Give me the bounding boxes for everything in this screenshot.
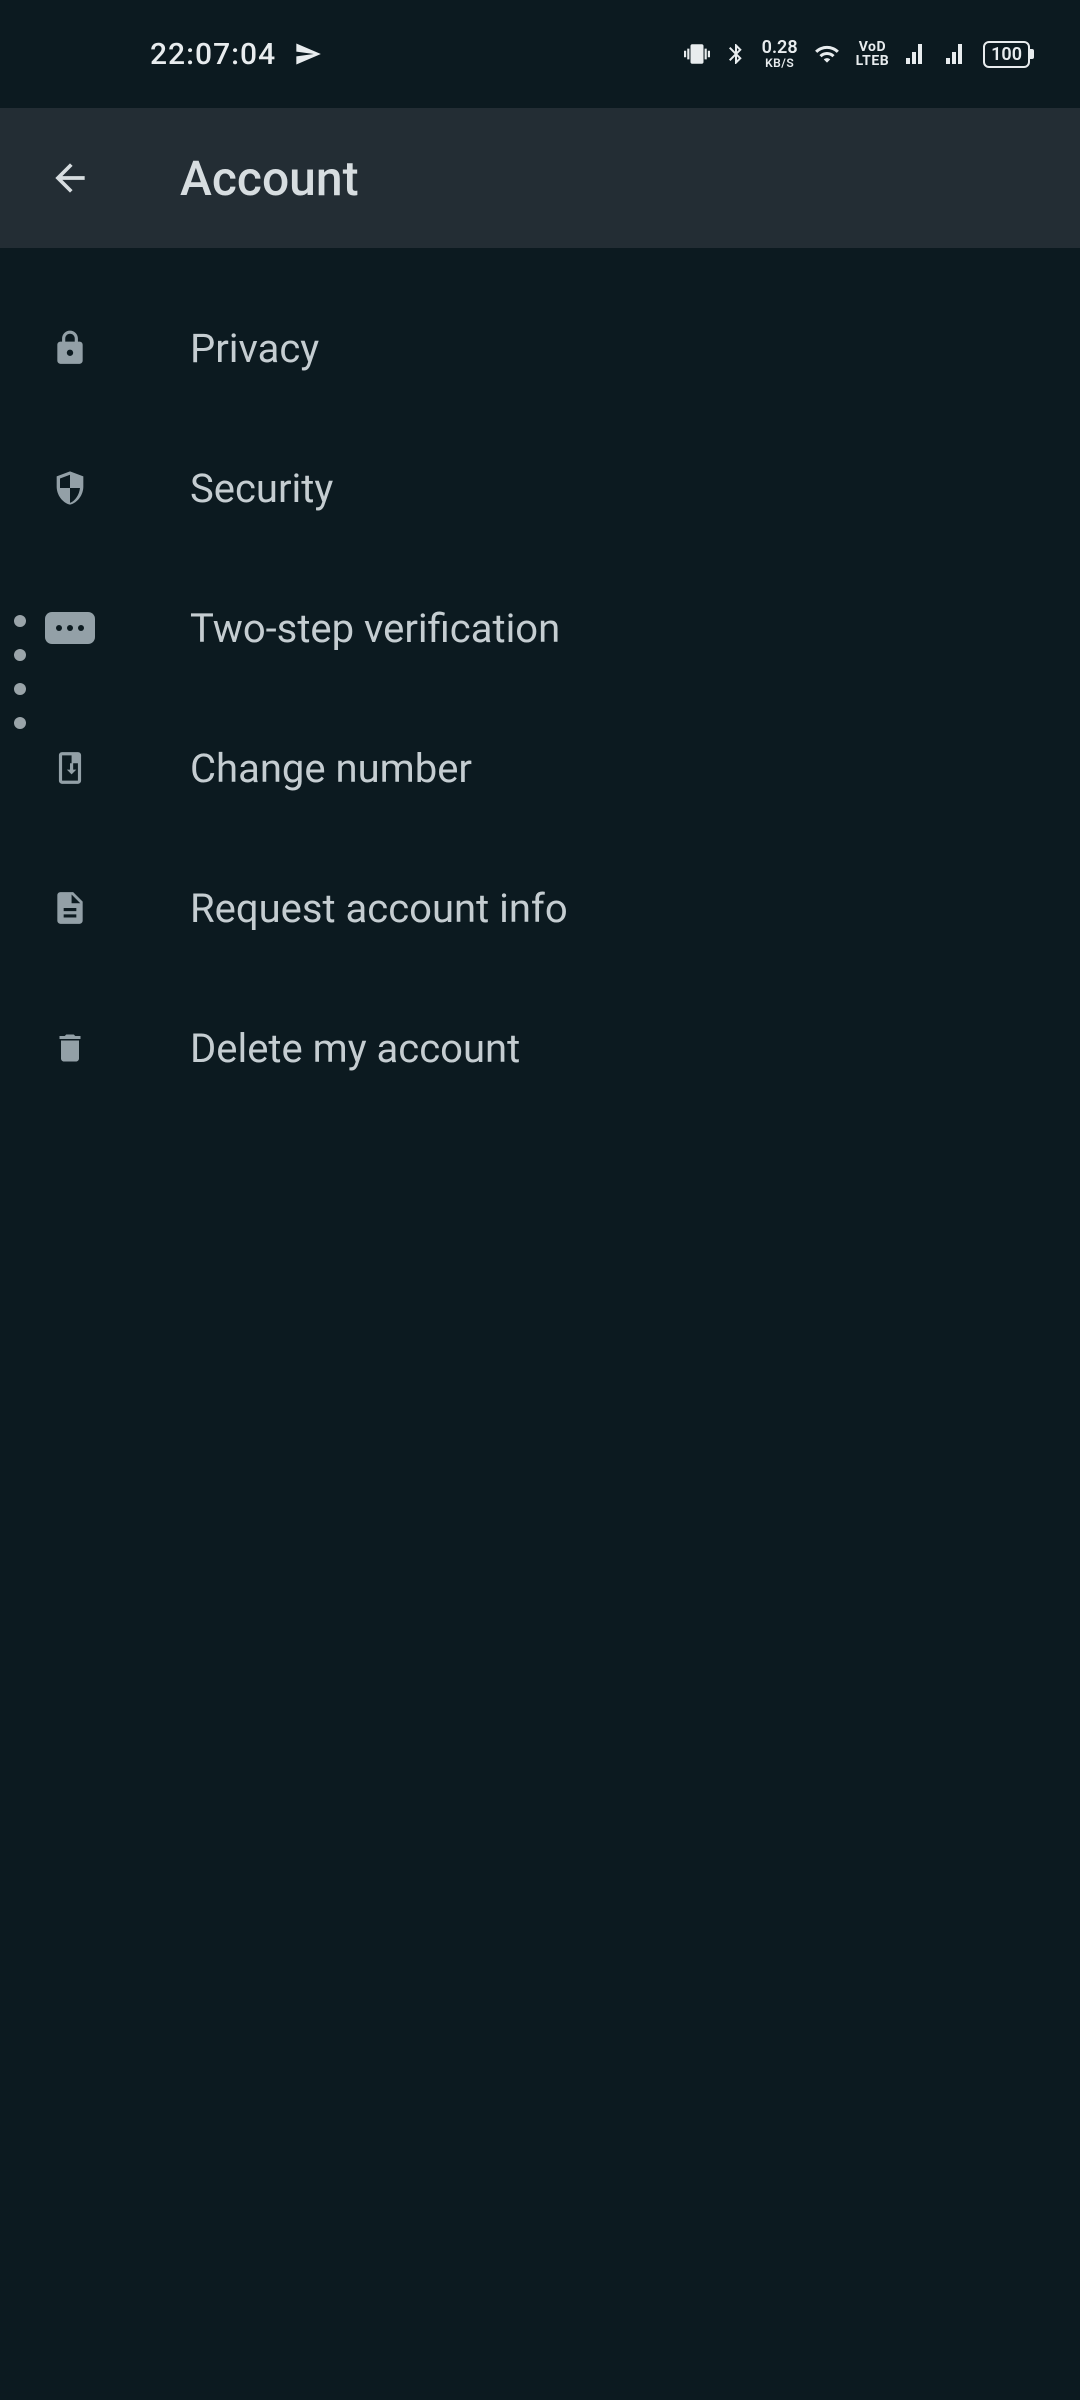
list-item-request-account-info[interactable]: Request account info [0, 838, 1080, 978]
list-item-label: Delete my account [190, 1025, 520, 1072]
sim-swap-icon [40, 738, 100, 798]
bluetooth-icon [724, 41, 748, 67]
data-rate-indicator: 0.28 KB/S [762, 39, 798, 69]
shield-icon [40, 458, 100, 518]
page-title: Account [180, 150, 359, 207]
list-item-delete-account[interactable]: Delete my account [0, 978, 1080, 1118]
back-button[interactable] [40, 148, 100, 208]
list-item-two-step-verification[interactable]: Two-step verification [0, 558, 1080, 698]
data-rate-value: 0.28 [762, 39, 798, 57]
signal-icon-1 [903, 42, 929, 66]
list-item-security[interactable]: Security [0, 418, 1080, 558]
network-type-indicator: VoD LTEB [856, 40, 890, 68]
list-item-privacy[interactable]: Privacy [0, 278, 1080, 418]
status-left: 22:07:04 [50, 37, 322, 72]
arrow-left-icon [48, 156, 92, 200]
list-item-label: Privacy [190, 325, 319, 372]
list-item-change-number[interactable]: Change number [0, 698, 1080, 838]
vibrate-icon [684, 41, 710, 67]
status-time: 22:07:04 [150, 37, 276, 72]
send-icon [294, 40, 322, 68]
battery-indicator: 100 [983, 41, 1030, 68]
list-item-label: Request account info [190, 885, 568, 932]
list-item-label: Two-step verification [190, 605, 560, 652]
signal-icon-2 [943, 42, 969, 66]
list-item-label: Security [190, 465, 333, 512]
wifi-icon [812, 41, 842, 67]
settings-list: Privacy Security Two-step verification C… [0, 248, 1080, 1118]
app-bar: Account [0, 108, 1080, 248]
status-bar: 22:07:04 0.28 KB/S VoD LTEB 100 [0, 0, 1080, 108]
battery-level: 100 [991, 44, 1022, 65]
trash-icon [40, 1018, 100, 1078]
lock-icon [40, 318, 100, 378]
list-item-label: Change number [190, 745, 472, 792]
data-rate-unit: KB/S [765, 57, 794, 69]
status-right: 0.28 KB/S VoD LTEB 100 [684, 39, 1030, 69]
side-edge-indicator [14, 615, 26, 729]
vod-top: VoD [859, 40, 886, 54]
document-icon [40, 878, 100, 938]
vod-bot: LTEB [856, 54, 890, 68]
pin-icon [40, 598, 100, 658]
